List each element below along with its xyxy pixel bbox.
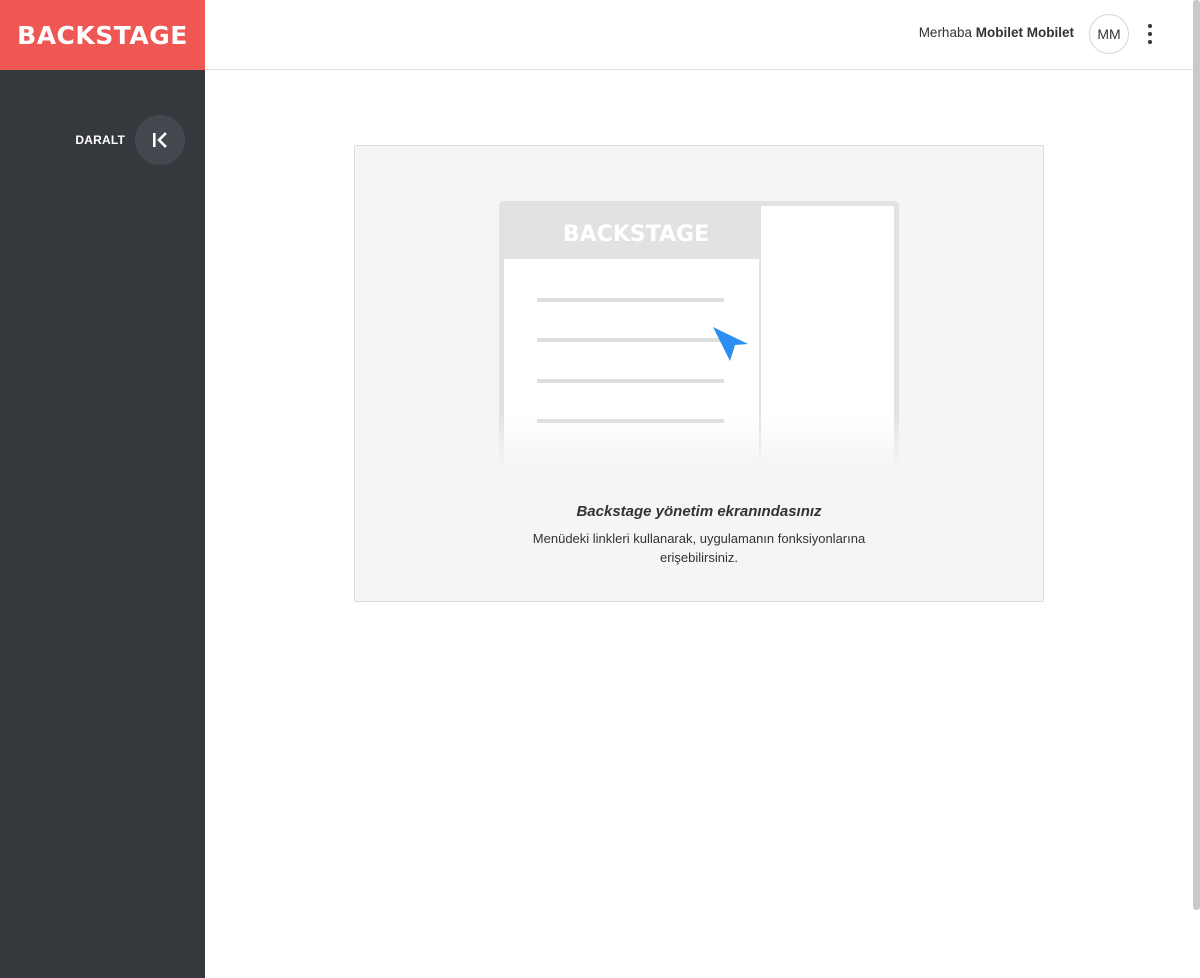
welcome-card: BACKSTAGE Backstage yönetim ekranındasın… <box>354 145 1044 602</box>
kebab-dot <box>1148 32 1152 36</box>
user-greeting: Merhaba Mobilet Mobilet <box>919 25 1074 40</box>
kebab-dot <box>1148 24 1152 28</box>
brand-logo[interactable]: BACKSTAGE <box>0 0 205 70</box>
more-vertical-icon[interactable] <box>1142 22 1158 46</box>
avatar[interactable]: MM <box>1089 14 1129 54</box>
collapse-left-icon <box>153 132 167 148</box>
illustration-logo-text: BACKSTAGE <box>563 222 709 247</box>
avatar-initials: MM <box>1097 26 1121 42</box>
kebab-dot <box>1148 40 1152 44</box>
menu-line <box>537 338 724 342</box>
page-scrollbar[interactable] <box>1193 0 1200 910</box>
user-name: Mobilet Mobilet <box>975 25 1074 40</box>
menu-line <box>537 379 724 383</box>
top-bar: Merhaba Mobilet Mobilet MM <box>205 0 1193 70</box>
collapse-sidebar-button[interactable] <box>135 115 185 165</box>
welcome-description: Menüdeki linkleri kullanarak, uygulamanı… <box>532 531 866 565</box>
collapse-label[interactable]: DARALT <box>75 133 125 147</box>
welcome-title: Backstage yönetim ekranındasınız <box>576 503 822 520</box>
brand-logo-text: BACKSTAGE <box>17 20 188 50</box>
greeting-prefix: Merhaba <box>918 25 972 40</box>
sidebar-collapse-row: DARALT <box>0 115 205 167</box>
sidebar: BACKSTAGE DARALT <box>0 0 205 978</box>
menu-line <box>537 298 724 302</box>
welcome-illustration: BACKSTAGE <box>499 201 900 466</box>
